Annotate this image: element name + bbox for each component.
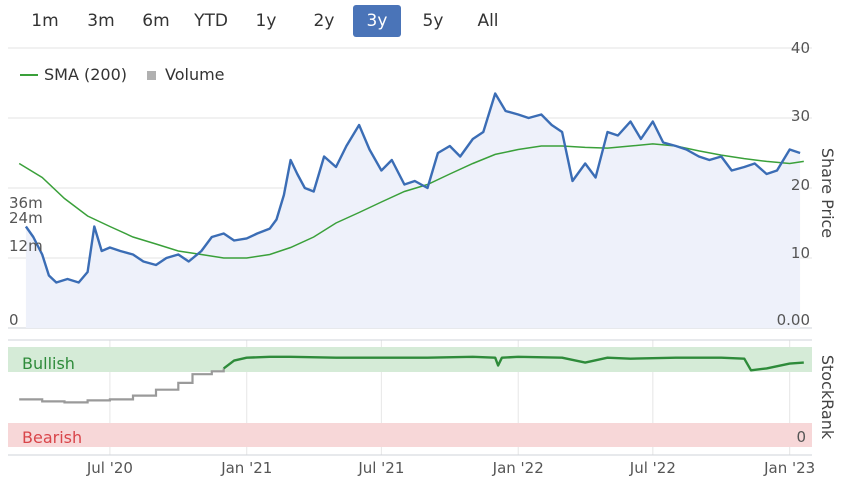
volume-legend-swatch — [147, 71, 156, 80]
x-tick-label: Jul '20 — [86, 459, 133, 477]
x-tick-label: Jan '23 — [763, 459, 815, 477]
volume-tick-label: 12m — [9, 237, 43, 255]
bearish-label: Bearish — [22, 428, 82, 447]
price-tick-label: 10 — [791, 244, 810, 262]
volume-tick-label: 36m — [9, 194, 43, 212]
sma-legend-label: SMA (200) — [44, 65, 127, 84]
stockrank-line-neutral — [19, 368, 225, 404]
bearish-band — [8, 423, 812, 447]
volume-tick-label: 0 — [9, 311, 19, 329]
price-tick-label: 40 — [791, 39, 810, 57]
stockrank-zero-label: 0 — [796, 428, 806, 446]
x-tick-label: Jul '22 — [629, 459, 676, 477]
share-price-axis-title: Share Price — [818, 148, 837, 238]
x-tick-label: Jan '21 — [220, 459, 272, 477]
volume-legend-label: Volume — [165, 65, 225, 84]
price-chart: 0.0010203040012m24m36m Share PriceStockRa… — [8, 39, 837, 477]
price-tick-label: 0.00 — [777, 311, 810, 329]
x-tick-label: Jul '21 — [357, 459, 404, 477]
price-tick-label: 20 — [791, 176, 810, 194]
x-tick-label: Jan '22 — [492, 459, 544, 477]
stockrank-axis-title: StockRank — [818, 355, 837, 440]
price-area — [25, 93, 801, 328]
bullish-label: Bullish — [22, 354, 75, 373]
bullish-band — [8, 347, 812, 372]
price-tick-label: 30 — [791, 107, 810, 125]
